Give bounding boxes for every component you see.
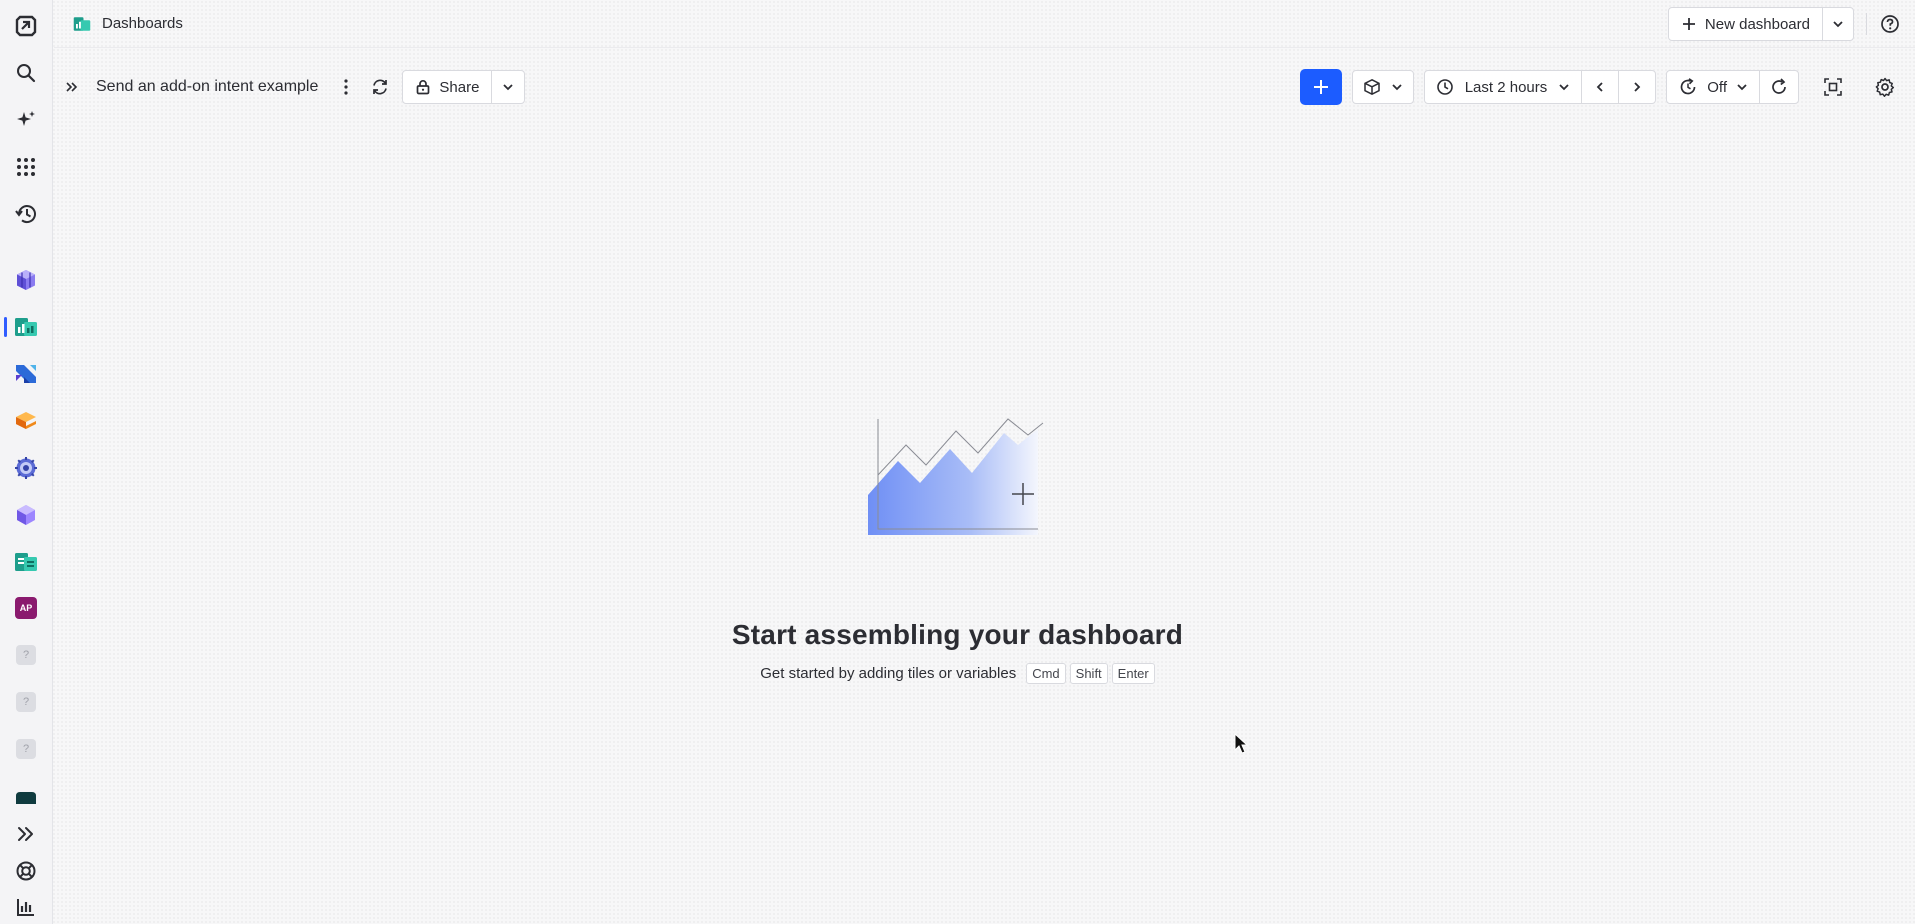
chevron-right-icon — [1634, 82, 1641, 92]
auto-refresh-selector: Off — [1666, 70, 1799, 104]
dashboards-app-icon — [73, 16, 91, 31]
unknown-app-label: ? — [16, 739, 36, 759]
auto-refresh-label: Off — [1707, 78, 1727, 96]
new-dashboard-label: New dashboard — [1704, 15, 1810, 33]
refresh-icon — [1772, 78, 1786, 94]
refresh-button[interactable] — [1759, 71, 1798, 103]
kebab-menu-icon — [344, 79, 348, 95]
lock-icon — [417, 80, 430, 95]
workflows-app-icon[interactable] — [10, 358, 42, 390]
dashboards-app-icon[interactable] — [10, 311, 42, 343]
expand-icon[interactable] — [10, 818, 42, 850]
timeframe-previous-button[interactable] — [1581, 71, 1618, 103]
chevron-down-icon — [503, 84, 514, 91]
timeframe-selector: Last 2 hours — [1423, 70, 1657, 104]
settings-button[interactable] — [1869, 70, 1901, 104]
plus-icon — [1313, 80, 1328, 94]
timeframe-next-button[interactable] — [1618, 71, 1655, 103]
active-app-indicator — [4, 317, 7, 337]
new-dashboard-dropdown[interactable] — [1822, 8, 1853, 40]
divider — [1866, 13, 1867, 35]
keyboard-shortcut: Cmd Shift Enter — [1026, 663, 1155, 684]
terminal-app-icon[interactable] — [10, 780, 42, 812]
breadcrumb: Dashboards — [72, 15, 183, 33]
fullscreen-icon — [1824, 78, 1842, 96]
chart-icon[interactable] — [10, 891, 42, 923]
new-dashboard-split-button: New dashboard — [1667, 7, 1854, 41]
app-header: Dashboards New dashboard — [54, 0, 1915, 48]
unknown-app-icon[interactable]: ? — [10, 686, 42, 718]
chevron-down-icon — [1833, 21, 1843, 28]
search-icon[interactable] — [10, 57, 42, 89]
support-icon[interactable] — [10, 855, 42, 887]
add-tile-button[interactable] — [1299, 69, 1342, 105]
timeframe-button[interactable]: Last 2 hours — [1425, 71, 1582, 103]
new-dashboard-button[interactable]: New dashboard — [1669, 8, 1822, 40]
unknown-app-label: ? — [16, 692, 36, 712]
history-icon[interactable] — [10, 198, 42, 230]
expand-panel-button[interactable] — [60, 70, 84, 104]
segment-selector-button[interactable] — [1353, 71, 1413, 103]
key-shift: Shift — [1069, 663, 1108, 684]
sparkle-icon[interactable] — [10, 104, 42, 136]
dashboard-title[interactable]: Send an add-on intent example — [96, 78, 318, 96]
chevron-down-icon — [1737, 84, 1747, 91]
empty-state-subtitle-row: Get started by adding tiles or variables… — [0, 663, 1915, 684]
segment-selector[interactable] — [1351, 70, 1414, 104]
sync-icon — [373, 79, 388, 95]
cube-icon — [1363, 78, 1380, 96]
double-chevron-right-icon — [66, 82, 78, 92]
app-title[interactable]: Dashboards — [102, 15, 183, 32]
key-enter: Enter — [1111, 663, 1155, 684]
mouse-cursor-icon — [1234, 733, 1249, 754]
more-options-button[interactable] — [334, 70, 358, 104]
app-logo-icon[interactable] — [10, 10, 42, 42]
key-cmd: Cmd — [1026, 663, 1066, 684]
sync-button[interactable] — [364, 70, 396, 104]
share-split-button: Share — [402, 70, 526, 104]
auto-refresh-icon — [1680, 78, 1696, 95]
empty-state: Start assembling your dashboard Get star… — [0, 415, 1915, 684]
chevron-down-icon — [1392, 84, 1402, 91]
share-label: Share — [439, 78, 480, 96]
timeframe-label: Last 2 hours — [1464, 78, 1548, 96]
empty-dashboard-illustration — [867, 418, 1043, 535]
apps-grid-icon[interactable] — [10, 151, 42, 183]
gear-icon — [1875, 77, 1895, 97]
empty-state-subtitle: Get started by adding tiles or variables — [760, 665, 1017, 682]
unknown-app-icon[interactable]: ? — [10, 733, 42, 765]
help-icon — [1881, 15, 1899, 33]
chevron-down-icon — [1559, 84, 1569, 91]
plus-icon — [1682, 18, 1695, 30]
chevron-left-icon — [1596, 82, 1603, 92]
empty-state-title: Start assembling your dashboard — [731, 619, 1184, 650]
clock-icon — [1436, 79, 1453, 95]
fullscreen-button[interactable] — [1817, 70, 1849, 104]
auto-refresh-button[interactable]: Off — [1667, 71, 1759, 103]
share-button[interactable]: Share — [403, 71, 491, 103]
share-dropdown[interactable] — [491, 71, 524, 103]
help-button[interactable] — [1879, 7, 1901, 41]
cube-app-icon[interactable] — [10, 264, 42, 296]
dashboard-toolbar: Send an add-on intent example Share Last… — [54, 68, 1915, 106]
